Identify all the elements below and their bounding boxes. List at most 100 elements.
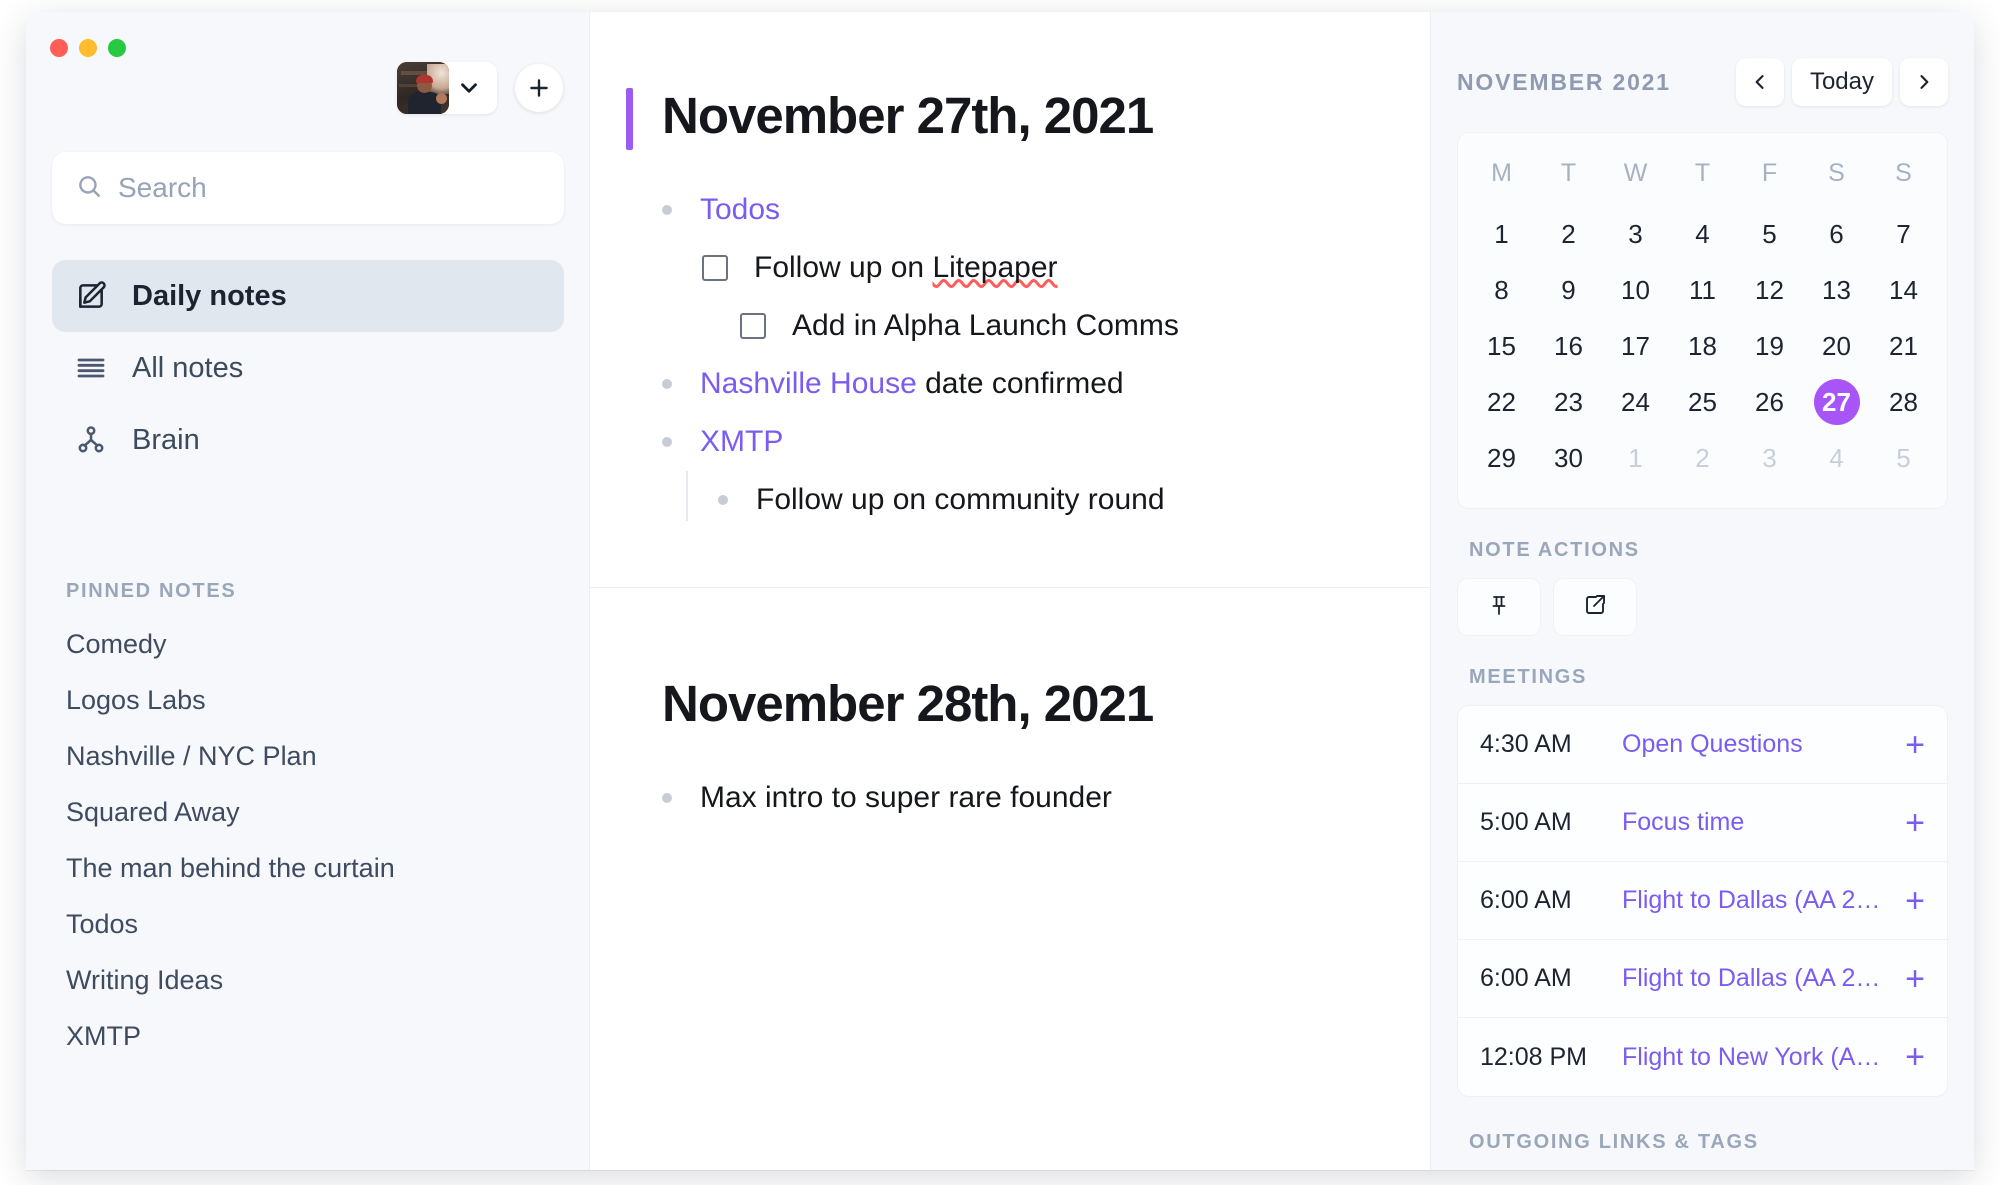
minimize-window-button[interactable] [79,39,97,57]
maximize-window-button[interactable] [108,39,126,57]
calendar-day-number: 5 [1762,219,1777,249]
calendar-day[interactable]: 1 [1602,430,1669,486]
calendar-day[interactable]: 13 [1803,262,1870,318]
list-item[interactable]: Todos [66,896,566,952]
calendar-day[interactable]: 9 [1535,262,1602,318]
list-item[interactable]: Todos [662,181,1358,239]
calendar-day[interactable]: 28 [1870,374,1937,430]
meeting-row[interactable]: 6:00 AM Flight to Dallas (AA 2… + [1458,940,1947,1018]
search-box[interactable] [52,152,564,224]
calendar-day[interactable]: 5 [1870,430,1937,486]
open-external-button[interactable] [1553,578,1637,636]
calendar-day-number: 3 [1762,443,1777,473]
calendar-dow: F [1761,159,1778,187]
note-title-row: November 27th, 2021 [626,86,1358,150]
calendar-day[interactable]: 2 [1535,206,1602,262]
list-item[interactable]: Follow up on community round [718,471,1358,529]
close-window-button[interactable] [50,39,68,57]
bullet-icon [718,495,728,505]
calendar-day[interactable]: 7 [1870,206,1937,262]
meeting-title[interactable]: Flight to New York (A… [1622,1043,1895,1072]
note-link[interactable]: Todos [700,193,780,227]
new-note-button[interactable] [515,64,563,112]
calendar-day[interactable]: 26 [1736,374,1803,430]
calendar-day[interactable]: 18 [1669,318,1736,374]
meeting-title[interactable]: Flight to Dallas (AA 2… [1622,964,1895,993]
calendar-day[interactable]: 10 [1602,262,1669,318]
list-item[interactable]: Logos Labs [66,672,566,728]
calendar-day[interactable]: 30 [1535,430,1602,486]
calendar-next-button[interactable] [1900,58,1948,106]
calendar-day[interactable]: 20 [1803,318,1870,374]
calendar-day-number: 2 [1561,219,1576,249]
list-item[interactable]: Nashville House date confirmed [662,355,1358,413]
calendar-day[interactable]: 15 [1468,318,1535,374]
list-item[interactable]: Comedy [66,616,566,672]
calendar-day[interactable]: 23 [1535,374,1602,430]
calendar-day[interactable]: 24 [1602,374,1669,430]
calendar-day[interactable]: 12 [1736,262,1803,318]
add-meeting-to-note-button[interactable]: + [1905,962,1925,996]
calendar-day[interactable]: 29 [1468,430,1535,486]
bullet-icon [662,379,672,389]
calendar-day[interactable]: 4 [1669,206,1736,262]
calendar-day[interactable]: 19 [1736,318,1803,374]
calendar-day[interactable]: 21 [1870,318,1937,374]
meeting-row[interactable]: 5:00 AM Focus time + [1458,784,1947,862]
calendar-day[interactable]: 16 [1535,318,1602,374]
pin-note-button[interactable] [1457,578,1541,636]
calendar-day[interactable]: 5 [1736,206,1803,262]
misspelled-word: Litepaper [932,251,1058,284]
calendar-today-button[interactable]: Today [1791,58,1892,106]
todo-item[interactable]: Follow up on Litepaper [702,239,1358,297]
calendar-day[interactable]: 14 [1870,262,1937,318]
calendar-day[interactable]: 25 [1669,374,1736,430]
calendar-prev-button[interactable] [1735,58,1784,106]
add-meeting-to-note-button[interactable]: + [1905,1040,1925,1074]
meeting-row[interactable]: 12:08 PM Flight to New York (A… + [1458,1018,1947,1096]
meeting-title[interactable]: Flight to Dallas (AA 2… [1622,886,1895,915]
checkbox[interactable] [702,255,728,281]
calendar-day[interactable]: 2 [1669,430,1736,486]
sidebar-item-all-notes[interactable]: All notes [52,332,564,404]
note-link[interactable]: XMTP [700,425,783,459]
calendar-day[interactable]: 3 [1736,430,1803,486]
calendar-day-selected[interactable]: 27 [1803,374,1870,430]
open-external-icon [1583,593,1607,622]
list-item[interactable]: The man behind the curtain [66,840,566,896]
calendar-day[interactable]: 11 [1669,262,1736,318]
calendar-day[interactable]: 1 [1468,206,1535,262]
meeting-row[interactable]: 6:00 AM Flight to Dallas (AA 2… + [1458,862,1947,940]
calendar-day[interactable]: 8 [1468,262,1535,318]
list-item[interactable]: Writing Ideas [66,952,566,1008]
calendar-day-number: 4 [1829,443,1844,473]
meeting-row[interactable]: 4:30 AM Open Questions + [1458,706,1947,784]
list-item[interactable]: Nashville / NYC Plan [66,728,566,784]
calendar-day[interactable]: 4 [1803,430,1870,486]
note-link[interactable]: Nashville House [700,367,917,400]
sidebar-item-brain[interactable]: Brain [52,404,564,476]
account-switcher[interactable] [397,62,497,114]
list-item[interactable]: XMTP [662,413,1358,471]
todo-item[interactable]: Add in Alpha Launch Comms [740,297,1358,355]
checkbox[interactable] [740,313,766,339]
add-meeting-to-note-button[interactable]: + [1905,884,1925,918]
calendar-day[interactable]: 3 [1602,206,1669,262]
add-meeting-to-note-button[interactable]: + [1905,806,1925,840]
add-meeting-to-note-button[interactable]: + [1905,728,1925,762]
calendar-month-label: November 2021 [1457,68,1671,95]
daily-note-entry: November 27th, 2021 Todos Follow up on L… [590,12,1430,588]
calendar-day[interactable]: 17 [1602,318,1669,374]
search-input[interactable] [118,172,540,204]
todo-label: Add in Alpha Launch Comms [792,309,1179,342]
list-item[interactable]: Max intro to super rare founder [662,769,1358,827]
meeting-title[interactable]: Focus time [1622,808,1895,837]
calendar-day[interactable]: 22 [1468,374,1535,430]
chevron-down-icon[interactable] [449,62,489,114]
calendar-day[interactable]: 6 [1803,206,1870,262]
list-item[interactable]: XMTP [66,1008,566,1064]
indent-guide [686,471,688,521]
meeting-title[interactable]: Open Questions [1622,730,1895,759]
list-item[interactable]: Squared Away [66,784,566,840]
sidebar-item-daily-notes[interactable]: Daily notes [52,260,564,332]
